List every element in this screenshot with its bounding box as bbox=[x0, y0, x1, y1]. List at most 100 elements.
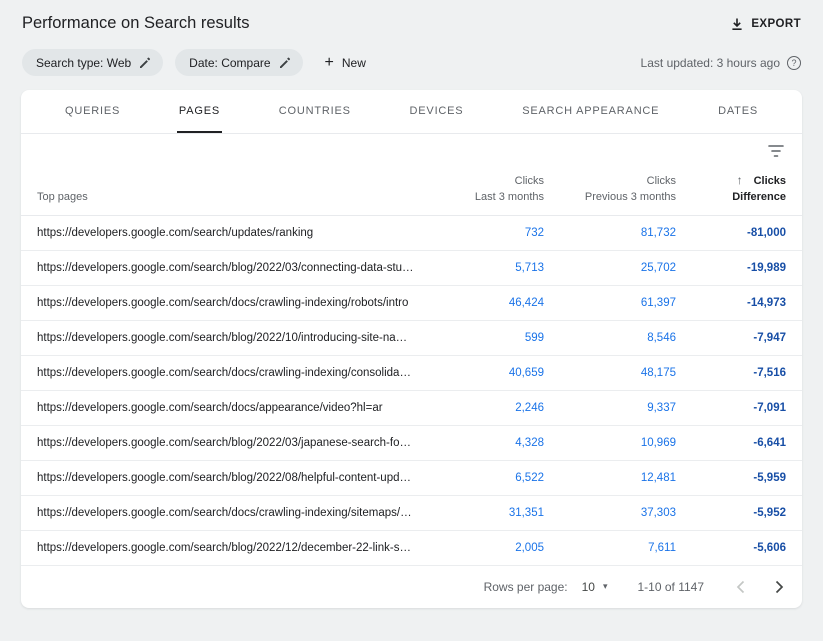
column-header-clicks-difference[interactable]: ↑Clicks Difference bbox=[676, 172, 786, 206]
page-url[interactable]: https://developers.google.com/search/doc… bbox=[37, 367, 424, 379]
help-icon[interactable]: ? bbox=[787, 56, 801, 70]
page-url[interactable]: https://developers.google.com/search/doc… bbox=[37, 297, 424, 309]
rows-per-page-select[interactable]: 10 ▾ bbox=[582, 580, 608, 594]
sort-ascending-icon[interactable]: ↑ bbox=[737, 173, 743, 187]
page-url[interactable]: https://developers.google.com/search/blo… bbox=[37, 472, 424, 484]
page-url[interactable]: https://developers.google.com/search/doc… bbox=[37, 402, 424, 414]
clicks-previous-3-months-value: 9,337 bbox=[544, 402, 676, 414]
date-chip-label: Date: Compare bbox=[189, 56, 270, 70]
tab-queries[interactable]: QUERIES bbox=[63, 90, 122, 133]
tabs: QUERIES PAGES COUNTRIES DEVICES SEARCH APPEA… bbox=[21, 90, 802, 134]
table-row: https://developers.google.com/search/doc… bbox=[21, 391, 802, 426]
page-url[interactable]: https://developers.google.com/search/blo… bbox=[37, 332, 424, 344]
table-footer: Rows per page: 10 ▾ 1-10 of 1147 bbox=[21, 566, 802, 608]
tab-dates[interactable]: DATES bbox=[716, 90, 760, 133]
clicks-previous-3-months-value: 12,481 bbox=[544, 472, 676, 484]
export-label: EXPORT bbox=[751, 18, 801, 30]
tab-countries[interactable]: COUNTRIES bbox=[277, 90, 353, 133]
next-page-icon[interactable] bbox=[775, 580, 784, 594]
clicks-difference-value: -7,516 bbox=[676, 367, 786, 379]
clicks-difference-value: -14,973 bbox=[676, 297, 786, 309]
filter-table-icon[interactable] bbox=[768, 144, 784, 158]
tab-devices[interactable]: DEVICES bbox=[408, 90, 466, 133]
table-toolbar bbox=[21, 134, 802, 168]
clicks-previous-3-months-value: 61,397 bbox=[544, 297, 676, 309]
clicks-last-3-months-value: 2,246 bbox=[424, 402, 544, 414]
page-url[interactable]: https://developers.google.com/search/blo… bbox=[37, 437, 424, 449]
performance-card: QUERIES PAGES COUNTRIES DEVICES SEARCH APPEA… bbox=[21, 90, 802, 608]
rows-per-page-label: Rows per page: bbox=[484, 580, 568, 594]
last-updated-text: Last updated: 3 hours ago bbox=[641, 56, 780, 70]
table-row: https://developers.google.com/search/blo… bbox=[21, 461, 802, 496]
clicks-previous-3-months-value: 10,969 bbox=[544, 437, 676, 449]
plus-icon: + bbox=[325, 55, 334, 71]
table-header: Top pages Clicks Last 3 months Clicks Pr… bbox=[21, 168, 802, 216]
table-row: https://developers.google.com/search/blo… bbox=[21, 321, 802, 356]
tab-label: QUERIES bbox=[65, 105, 120, 117]
column-header-clicks-previous[interactable]: Clicks Previous 3 months bbox=[544, 174, 676, 206]
new-filter-label: New bbox=[342, 56, 366, 70]
clicks-last-3-months-value: 46,424 bbox=[424, 297, 544, 309]
tab-label: DATES bbox=[718, 105, 758, 117]
column-header-clicks-last[interactable]: Clicks Last 3 months bbox=[424, 174, 544, 206]
page-url[interactable]: https://developers.google.com/search/blo… bbox=[37, 542, 424, 554]
pager bbox=[736, 580, 784, 594]
table-row: https://developers.google.com/search/blo… bbox=[21, 426, 802, 461]
table-body: https://developers.google.com/search/upd… bbox=[21, 216, 802, 566]
page-url[interactable]: https://developers.google.com/search/doc… bbox=[37, 507, 424, 519]
clicks-previous-3-months-value: 7,611 bbox=[544, 542, 676, 554]
top-bar: Performance on Search results EXPORT bbox=[0, 0, 823, 43]
page-title: Performance on Search results bbox=[22, 14, 249, 33]
tab-label: SEARCH APPEARANCE bbox=[522, 105, 659, 117]
page-url[interactable]: https://developers.google.com/search/blo… bbox=[37, 262, 424, 274]
download-icon bbox=[730, 17, 744, 31]
column-header-pages[interactable]: Top pages bbox=[37, 190, 424, 206]
clicks-previous-3-months-value: 8,546 bbox=[544, 332, 676, 344]
table-row: https://developers.google.com/search/upd… bbox=[21, 216, 802, 251]
tab-label: DEVICES bbox=[410, 105, 464, 117]
clicks-difference-value: -81,000 bbox=[676, 227, 786, 239]
clicks-previous-3-months-value: 81,732 bbox=[544, 227, 676, 239]
pencil-icon bbox=[279, 57, 291, 69]
clicks-last-3-months-value: 732 bbox=[424, 227, 544, 239]
clicks-difference-value: -5,959 bbox=[676, 472, 786, 484]
page-url[interactable]: https://developers.google.com/search/upd… bbox=[37, 227, 424, 239]
search-type-chip-label: Search type: Web bbox=[36, 56, 131, 70]
tab-search-appearance[interactable]: SEARCH APPEARANCE bbox=[520, 90, 661, 133]
clicks-difference-value: -5,606 bbox=[676, 542, 786, 554]
clicks-previous-3-months-value: 48,175 bbox=[544, 367, 676, 379]
tab-pages[interactable]: PAGES bbox=[177, 90, 222, 133]
clicks-last-3-months-value: 2,005 bbox=[424, 542, 544, 554]
table-row: https://developers.google.com/search/blo… bbox=[21, 531, 802, 566]
pencil-icon bbox=[139, 57, 151, 69]
chevron-down-icon: ▾ bbox=[603, 581, 608, 592]
date-chip[interactable]: Date: Compare bbox=[175, 49, 302, 76]
clicks-last-3-months-value: 5,713 bbox=[424, 262, 544, 274]
clicks-previous-3-months-value: 25,702 bbox=[544, 262, 676, 274]
tab-label: COUNTRIES bbox=[279, 105, 351, 117]
clicks-last-3-months-value: 6,522 bbox=[424, 472, 544, 484]
clicks-difference-value: -5,952 bbox=[676, 507, 786, 519]
clicks-difference-value: -19,989 bbox=[676, 262, 786, 274]
table-row: https://developers.google.com/search/doc… bbox=[21, 356, 802, 391]
table-row: https://developers.google.com/search/doc… bbox=[21, 496, 802, 531]
table-row: https://developers.google.com/search/doc… bbox=[21, 286, 802, 321]
export-button[interactable]: EXPORT bbox=[730, 17, 801, 31]
clicks-last-3-months-value: 40,659 bbox=[424, 367, 544, 379]
search-type-chip[interactable]: Search type: Web bbox=[22, 49, 163, 76]
clicks-difference-value: -7,947 bbox=[676, 332, 786, 344]
new-filter-button[interactable]: + New bbox=[325, 55, 366, 71]
clicks-last-3-months-value: 599 bbox=[424, 332, 544, 344]
tab-label: PAGES bbox=[179, 105, 220, 117]
pagination-range: 1-10 of 1147 bbox=[638, 580, 705, 594]
clicks-last-3-months-value: 4,328 bbox=[424, 437, 544, 449]
table-row: https://developers.google.com/search/blo… bbox=[21, 251, 802, 286]
previous-page-icon bbox=[736, 580, 745, 594]
clicks-difference-value: -6,641 bbox=[676, 437, 786, 449]
clicks-previous-3-months-value: 37,303 bbox=[544, 507, 676, 519]
rows-per-page-value: 10 bbox=[582, 580, 595, 594]
clicks-last-3-months-value: 31,351 bbox=[424, 507, 544, 519]
last-updated-area: Last updated: 3 hours ago ? bbox=[641, 56, 801, 70]
clicks-difference-value: -7,091 bbox=[676, 402, 786, 414]
filter-bar: Search type: Web Date: Compare + New Las… bbox=[0, 43, 823, 90]
